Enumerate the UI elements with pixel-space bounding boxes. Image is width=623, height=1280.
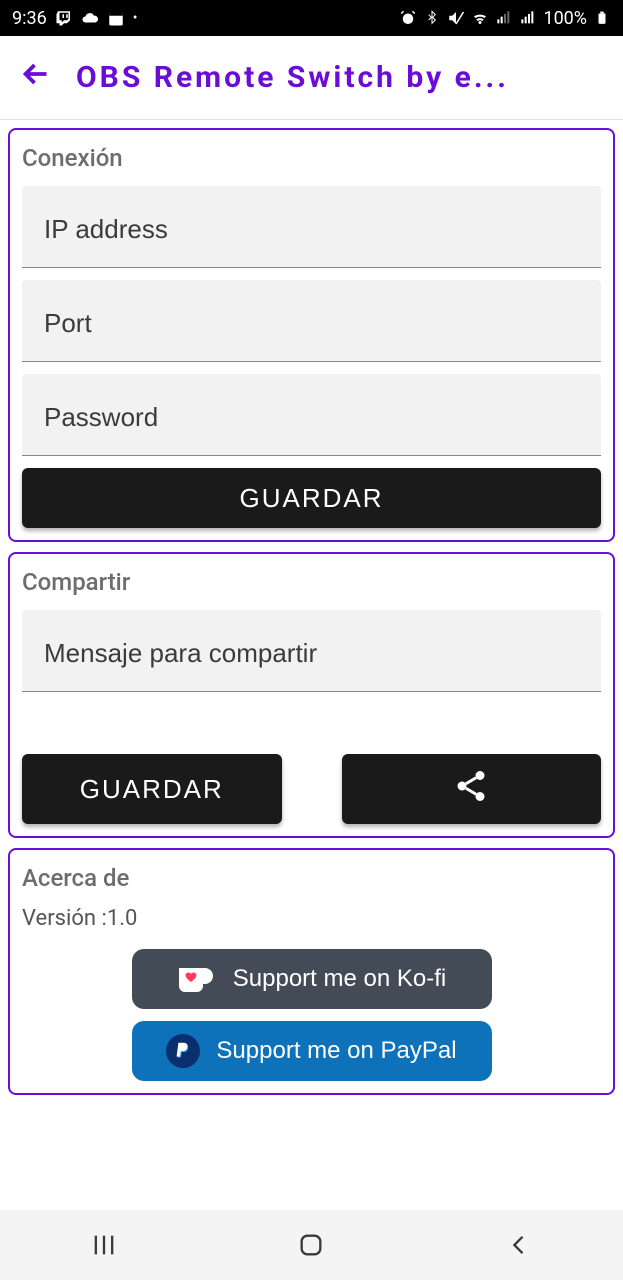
app-bar: OBS Remote Switch by e... — [0, 36, 623, 120]
back-arrow-icon[interactable] — [18, 56, 54, 99]
recent-apps-button[interactable] — [84, 1225, 124, 1265]
app-title: OBS Remote Switch by e... — [76, 60, 509, 95]
mute-icon — [447, 9, 465, 27]
connection-save-label: GUARDAR — [239, 483, 383, 514]
paypal-icon — [166, 1034, 200, 1068]
kofi-icon — [177, 964, 217, 994]
about-title: Acerca de — [22, 864, 601, 892]
share-save-button[interactable]: GUARDAR — [22, 754, 282, 824]
bluetooth-icon — [423, 9, 441, 27]
cloud-icon — [81, 9, 99, 27]
content: Conexión GUARDAR Compartir GUARDAR Acerc… — [0, 120, 623, 1095]
battery-percent: 100% — [543, 8, 587, 29]
twitch-icon — [55, 9, 73, 27]
password-input[interactable] — [22, 374, 601, 456]
calendar-icon — [107, 9, 125, 27]
signal-icon-2 — [519, 9, 537, 27]
connection-card: Conexión GUARDAR — [8, 128, 615, 542]
share-card: Compartir GUARDAR — [8, 552, 615, 838]
battery-icon — [593, 9, 611, 27]
paypal-label: Support me on PayPal — [216, 1037, 456, 1065]
status-left: 9:36 • — [12, 8, 137, 29]
share-icon — [453, 768, 489, 811]
navigation-bar — [0, 1210, 623, 1280]
share-message-input[interactable] — [22, 610, 601, 692]
ip-address-input[interactable] — [22, 186, 601, 268]
alarm-icon — [399, 9, 417, 27]
paypal-support-button[interactable]: Support me on PayPal — [132, 1021, 492, 1081]
kofi-label: Support me on Ko-fi — [233, 965, 446, 993]
status-time: 9:36 — [12, 8, 47, 29]
status-dot: • — [133, 10, 138, 26]
status-right: 100% — [399, 8, 611, 29]
home-button[interactable] — [291, 1225, 331, 1265]
about-card: Acerca de Versión :1.0 Support me on Ko-… — [8, 848, 615, 1095]
back-button[interactable] — [499, 1225, 539, 1265]
signal-icon-1 — [495, 9, 513, 27]
version-text: Versión :1.0 — [22, 906, 601, 931]
port-input[interactable] — [22, 280, 601, 362]
connection-title: Conexión — [22, 144, 601, 172]
connection-save-button[interactable]: GUARDAR — [22, 468, 601, 528]
share-save-label: GUARDAR — [80, 774, 224, 805]
wifi-icon — [471, 9, 489, 27]
share-button[interactable] — [342, 754, 602, 824]
status-bar: 9:36 • 100% — [0, 0, 623, 36]
share-title: Compartir — [22, 568, 601, 596]
kofi-support-button[interactable]: Support me on Ko-fi — [132, 949, 492, 1009]
